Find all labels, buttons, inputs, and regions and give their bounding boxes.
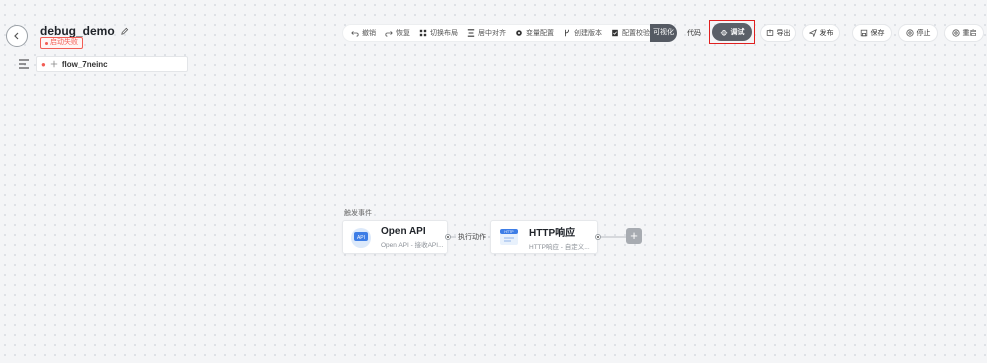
save-label: 保存 xyxy=(870,30,885,37)
create-version-button[interactable]: 创建版本 xyxy=(563,28,602,38)
export-label: 导出 xyxy=(776,30,791,37)
flow-tab[interactable]: ● flow_7neinc xyxy=(36,56,188,72)
toolbar: 撤销 恢复 切换布局 居中对齐 变量配置 创建版本 配置校验 xyxy=(342,24,656,42)
output-port[interactable] xyxy=(595,234,601,240)
status-dot-icon xyxy=(45,41,48,45)
edit-icon[interactable] xyxy=(120,27,129,36)
undo-icon xyxy=(351,31,359,37)
code-view-tab[interactable]: 代码 xyxy=(687,28,701,38)
redo-label: 恢复 xyxy=(396,30,410,37)
send-icon xyxy=(808,29,817,37)
edge-label: 执行动作 xyxy=(456,232,488,242)
stop-button[interactable]: 停止 xyxy=(898,24,938,42)
api-icon: API xyxy=(351,228,371,248)
view-toggle: 可视化 代码 xyxy=(650,24,701,42)
check-doc-icon xyxy=(612,29,618,37)
node-subtitle: HTTP响应 - 自定义... xyxy=(529,243,590,251)
center-align-button[interactable]: 居中对齐 xyxy=(467,28,506,38)
plus-icon: + xyxy=(630,228,638,243)
app-title-row: debug_demo xyxy=(40,24,129,38)
redo-button[interactable]: 恢复 xyxy=(385,28,410,38)
publish-button[interactable]: 发布 xyxy=(802,24,840,42)
variable-config-button[interactable]: 变量配置 xyxy=(515,28,554,38)
stop-icon xyxy=(905,29,914,37)
svg-text:HTTP: HTTP xyxy=(504,230,514,234)
output-port[interactable] xyxy=(445,234,451,240)
variable-config-label: 变量配置 xyxy=(526,30,554,37)
create-version-label: 创建版本 xyxy=(574,30,602,37)
bug-icon xyxy=(720,29,727,36)
config-check-label: 配置校验 xyxy=(622,30,650,37)
error-dot-icon: ● xyxy=(41,59,46,69)
restart-icon xyxy=(951,29,960,37)
status-text: 启动失败 xyxy=(50,39,78,46)
arrow-left-icon xyxy=(14,32,19,40)
redo-icon xyxy=(385,31,393,37)
debug-label: 调试 xyxy=(730,29,745,36)
undo-label: 撤销 xyxy=(362,30,376,37)
app-title: debug_demo xyxy=(40,24,115,38)
node-title: Open API xyxy=(381,225,426,237)
restart-button[interactable]: 重启 xyxy=(944,24,984,42)
debug-button[interactable]: 调试 xyxy=(712,23,752,41)
restart-label: 重启 xyxy=(962,30,977,37)
save-icon xyxy=(860,29,867,37)
gear-icon xyxy=(516,30,522,36)
node-subtitle: Open API - 接收API... xyxy=(381,241,444,249)
switch-layout-button[interactable]: 切换布局 xyxy=(419,28,458,38)
status-badge: 启动失败 xyxy=(40,37,83,49)
trigger-event-label: 触发事件 xyxy=(344,210,372,217)
stop-label: 停止 xyxy=(916,30,931,37)
save-button[interactable]: 保存 xyxy=(852,24,892,42)
export-icon xyxy=(766,29,773,36)
node-http-response[interactable]: HTTP HTTP响应 HTTP响应 - 自定义... xyxy=(490,220,598,254)
http-icon: HTTP xyxy=(500,229,518,245)
back-button[interactable] xyxy=(6,25,28,47)
list-icon[interactable] xyxy=(18,58,32,70)
node-open-api[interactable]: API Open API Open API - 接收API... xyxy=(342,220,448,254)
switch-layout-label: 切换布局 xyxy=(430,30,458,37)
branch-icon xyxy=(565,29,569,37)
publish-label: 发布 xyxy=(819,30,834,37)
add-node-button[interactable]: + xyxy=(626,228,642,244)
center-align-label: 居中对齐 xyxy=(478,30,506,37)
node-title: HTTP响应 xyxy=(529,227,576,239)
flow-icon xyxy=(50,60,58,68)
visual-view-tab[interactable]: 可视化 xyxy=(650,24,677,42)
svg-text:API: API xyxy=(357,235,365,241)
layout-icon xyxy=(419,29,427,37)
undo-button[interactable]: 撤销 xyxy=(351,28,376,38)
export-button[interactable]: 导出 xyxy=(760,24,796,42)
align-center-icon xyxy=(467,29,475,37)
config-check-button[interactable]: 配置校验 xyxy=(611,28,650,38)
flow-tab-label: flow_7neinc xyxy=(61,59,108,69)
